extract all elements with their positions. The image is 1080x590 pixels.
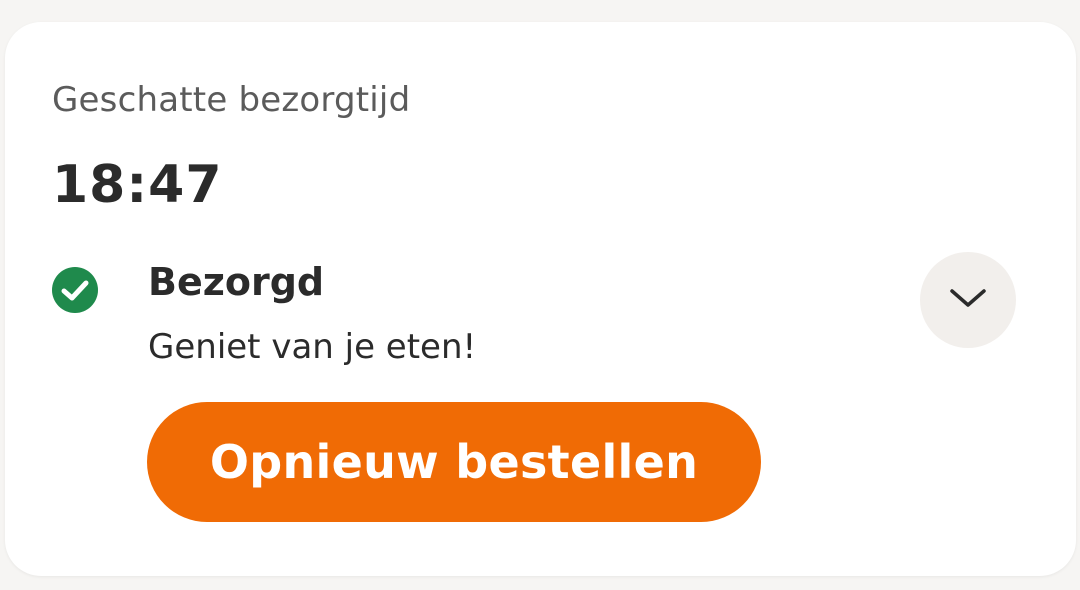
reorder-button[interactable]: Opnieuw bestellen [147,402,761,522]
status-title: Bezorgd [148,260,325,304]
estimated-delivery-label: Geschatte bezorgtijd [52,80,411,120]
expand-button[interactable] [920,252,1016,348]
delivery-status-card: Geschatte bezorgtijd 18:47 Bezorgd Genie… [5,22,1076,576]
chevron-down-icon [948,286,988,314]
estimated-delivery-time: 18:47 [52,155,223,215]
status-subtitle: Geniet van je eten! [148,327,477,367]
check-circle-icon [51,266,99,314]
